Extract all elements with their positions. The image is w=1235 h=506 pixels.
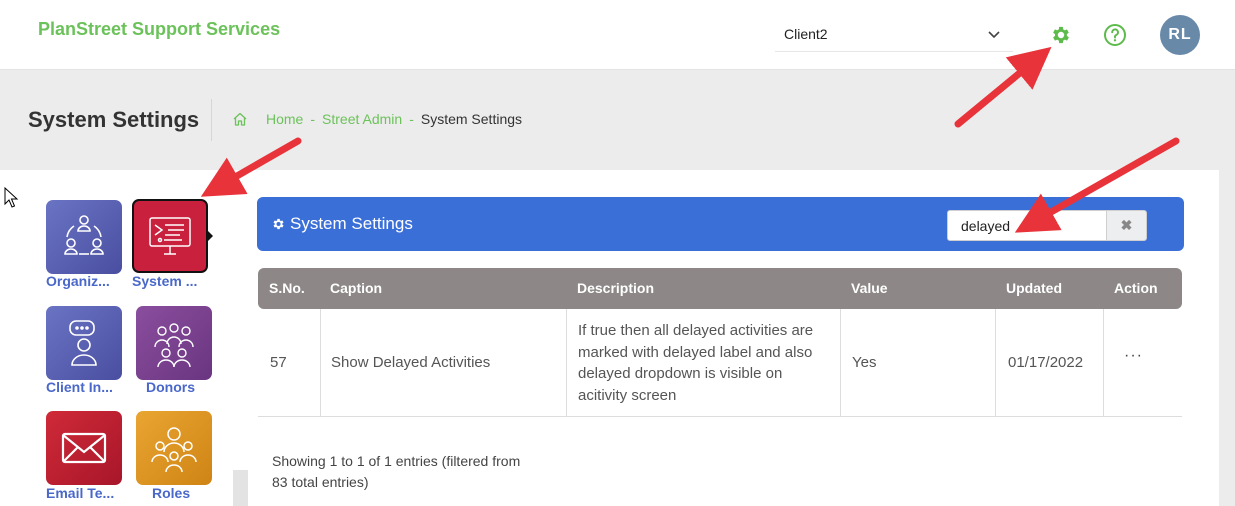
table-info: Showing 1 to 1 of 1 entries (filtered fr… — [272, 453, 521, 490]
panel-title-text: System Settings — [290, 214, 413, 233]
tile-organization[interactable] — [46, 200, 122, 274]
donors-icon — [154, 323, 194, 368]
column-divider — [840, 309, 841, 417]
column-divider — [1103, 309, 1104, 417]
table-row: 57 Show Delayed Activities If true then … — [258, 309, 1182, 417]
breadcrumb-street-admin[interactable]: Street Admin — [322, 111, 402, 127]
search-input[interactable] — [947, 210, 1107, 241]
breadcrumb-separator: - — [310, 111, 316, 127]
tile-label-email-template[interactable]: Email Te... — [46, 485, 114, 501]
tile-client-info[interactable] — [46, 306, 122, 380]
client-select-value: Client2 — [784, 26, 828, 42]
mouse-cursor-icon — [4, 187, 19, 208]
tile-label-donors[interactable]: Donors — [146, 379, 195, 395]
cell-sno: 57 — [270, 354, 287, 371]
chevron-down-icon — [988, 31, 1000, 39]
top-bar: PlanStreet Support Services Client2 RL — [0, 0, 1235, 70]
cell-caption: Show Delayed Activities — [331, 354, 491, 371]
active-tile-pointer — [206, 229, 213, 243]
home-icon[interactable] — [232, 111, 248, 127]
tile-roles[interactable] — [136, 411, 212, 485]
breadcrumb: Home - Street Admin - System Settings — [232, 111, 522, 127]
breadcrumb-home[interactable]: Home — [266, 111, 303, 127]
clear-search-button[interactable]: ✖ — [1106, 210, 1147, 241]
cell-updated: 01/17/2022 — [1008, 354, 1084, 371]
roles-icon — [151, 427, 197, 473]
gear-icon[interactable] — [1050, 24, 1072, 46]
column-header-sno[interactable]: S.No. — [269, 280, 305, 296]
title-divider — [211, 99, 212, 141]
column-header-description[interactable]: Description — [577, 280, 654, 296]
column-divider — [566, 309, 567, 417]
tile-label-system-settings[interactable]: System ... — [132, 273, 197, 289]
row-action-menu-button[interactable]: ··· — [1124, 347, 1143, 365]
panel-title: System Settings — [271, 214, 413, 234]
column-header-value[interactable]: Value — [851, 280, 888, 296]
column-header-updated[interactable]: Updated — [1006, 280, 1062, 296]
column-divider — [995, 309, 996, 417]
column-divider — [320, 309, 321, 417]
tile-label-organization[interactable]: Organiz... — [46, 273, 110, 289]
cell-description: If true then all delayed activities are … — [578, 322, 814, 404]
breadcrumb-current: System Settings — [420, 111, 523, 127]
client-select[interactable]: Client2 — [775, 18, 1013, 52]
cell-value: Yes — [852, 354, 877, 371]
tile-system-settings[interactable] — [132, 199, 208, 273]
tile-email-template[interactable] — [46, 411, 122, 485]
brand-title[interactable]: PlanStreet Support Services — [38, 19, 280, 40]
tile-donors[interactable] — [136, 306, 212, 380]
column-header-caption[interactable]: Caption — [330, 280, 382, 296]
email-template-icon — [61, 432, 107, 464]
page-title: System Settings — [28, 107, 200, 132]
breadcrumb-separator: - — [409, 111, 414, 127]
avatar[interactable]: RL — [1160, 15, 1200, 55]
sidebar-scrollbar[interactable] — [233, 470, 248, 506]
column-header-action[interactable]: Action — [1114, 280, 1158, 296]
system-settings-icon — [149, 217, 191, 255]
tile-label-client-info[interactable]: Client In... — [46, 379, 113, 395]
organization-icon — [64, 215, 104, 255]
close-icon: ✖ — [1120, 217, 1133, 233]
help-icon[interactable] — [1103, 23, 1127, 47]
table-header: S.No. Caption Description Value Updated … — [258, 268, 1182, 309]
gear-icon — [273, 218, 284, 230]
client-info-icon — [69, 320, 97, 366]
tile-label-roles[interactable]: Roles — [152, 485, 190, 501]
